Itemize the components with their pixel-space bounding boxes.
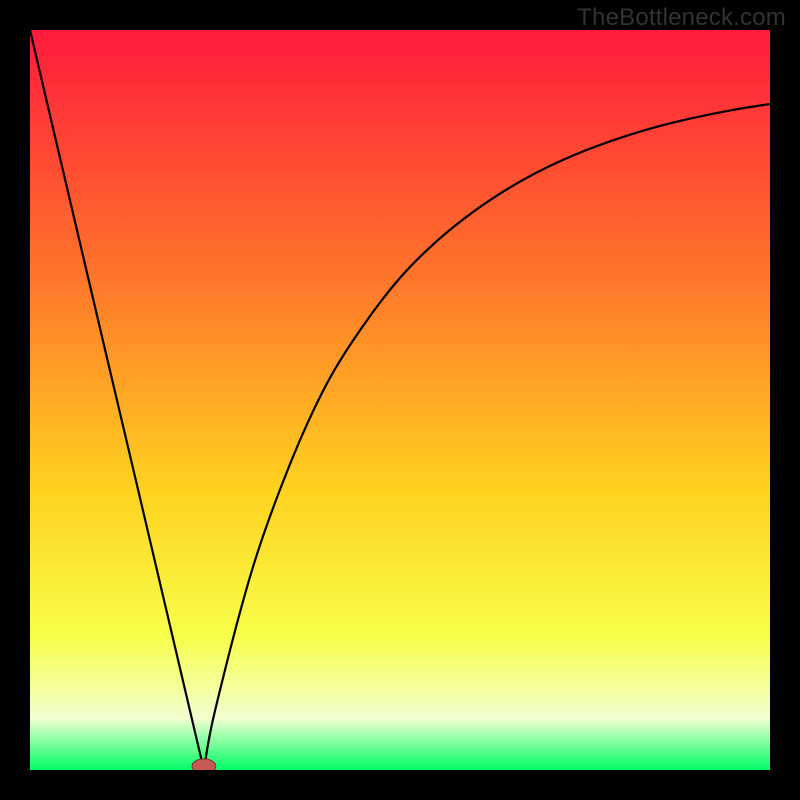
minimum-marker (192, 759, 216, 770)
watermark-text: TheBottleneck.com (577, 4, 786, 32)
gradient-background (30, 30, 770, 770)
chart-svg (30, 30, 770, 770)
chart-frame (30, 30, 770, 770)
